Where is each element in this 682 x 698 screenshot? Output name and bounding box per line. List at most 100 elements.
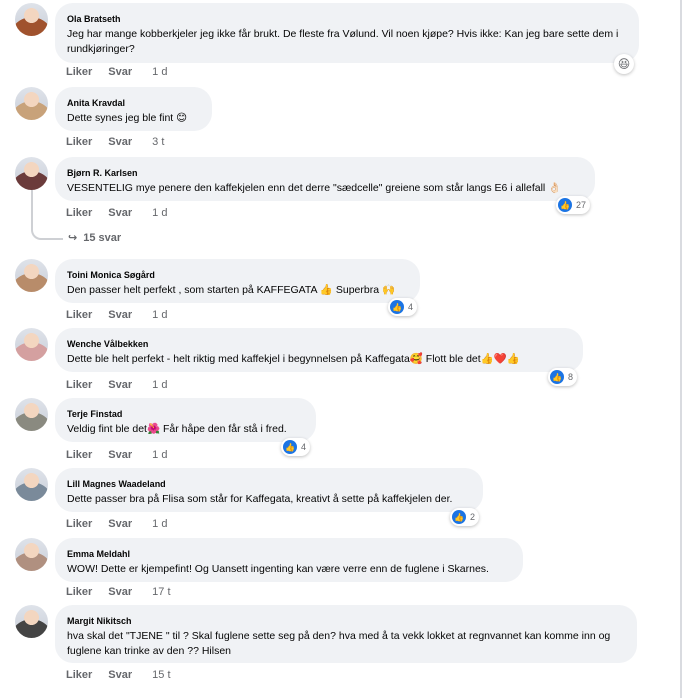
- comment-author[interactable]: Ola Bratseth: [67, 13, 627, 25]
- comment-bubble: Toini Monica Søgård Den passer helt perfe…: [55, 259, 420, 303]
- reply-button[interactable]: Svar: [108, 136, 132, 148]
- haha-reaction-icon: 😆: [617, 57, 631, 71]
- like-button[interactable]: Liker: [66, 309, 92, 321]
- avatar[interactable]: [15, 398, 48, 431]
- comment-text: Den passer helt perfekt , som starten på…: [67, 284, 396, 296]
- comment-item: Anita Kravdal Dette synes jeg ble fint 😊 L…: [0, 87, 680, 152]
- comment-item: Ola Bratseth Jeg har mange kobberkjeler j…: [0, 3, 680, 82]
- comment-item: Lill Magnes Waadeland Dette passer bra på…: [0, 468, 680, 534]
- avatar[interactable]: [15, 259, 48, 292]
- comment-actions: Liker Svar 1 d: [66, 309, 167, 321]
- comment-actions: Liker Svar 1 d: [66, 379, 167, 391]
- comment-actions: Liker Svar 1 d: [66, 518, 167, 530]
- comment-actions: Liker Svar 1 d: [66, 66, 167, 78]
- comment-author[interactable]: Bjørn R. Karlsen: [67, 167, 583, 179]
- avatar[interactable]: [15, 3, 48, 36]
- comment-bubble: Terje Finstad Veldig fint ble det🌺 Får hå…: [55, 398, 316, 442]
- like-reaction-icon: 👍: [558, 198, 572, 212]
- comment-author[interactable]: Emma Meldahl: [67, 548, 511, 560]
- reply-button[interactable]: Svar: [108, 669, 132, 681]
- reaction-count: 8: [568, 372, 574, 382]
- reply-button[interactable]: Svar: [108, 66, 132, 78]
- comment-actions: Liker Svar 15 t: [66, 669, 171, 681]
- comment-bubble: Emma Meldahl WOW! Dette er kjempefint! Og…: [55, 538, 523, 582]
- reaction-summary[interactable]: 👍 4: [388, 298, 418, 316]
- comment-text: Dette synes jeg ble fint 😊: [67, 112, 188, 124]
- view-replies-link[interactable]: ↪ 15 svar: [68, 231, 122, 245]
- comment-actions: Liker Svar 1 d: [66, 449, 167, 461]
- thread-connector: [31, 190, 63, 240]
- comment-author[interactable]: Wenche Vålbekken: [67, 338, 571, 350]
- avatar[interactable]: [15, 605, 48, 638]
- reaction-summary[interactable]: 😆: [614, 54, 634, 74]
- comment-timestamp[interactable]: 1 d: [152, 66, 167, 78]
- comment-item: Wenche Vålbekken Dette ble helt perfekt -…: [0, 328, 680, 395]
- comment-item: Bjørn R. Karlsen VESENTELIG mye penere de…: [0, 157, 680, 223]
- like-button[interactable]: Liker: [66, 379, 92, 391]
- comment-author[interactable]: Terje Finstad: [67, 408, 304, 420]
- comment-timestamp[interactable]: 1 d: [152, 207, 167, 219]
- comment-author[interactable]: Anita Kravdal: [67, 97, 200, 109]
- comment-actions: Liker Svar 17 t: [66, 586, 171, 598]
- comment-timestamp[interactable]: 1 d: [152, 309, 167, 321]
- comment-timestamp[interactable]: 1 d: [152, 518, 167, 530]
- reaction-summary[interactable]: 👍 8: [548, 368, 578, 386]
- comment-author[interactable]: Toini Monica Søgård: [67, 269, 408, 281]
- like-button[interactable]: Liker: [66, 449, 92, 461]
- like-reaction-icon: 👍: [452, 510, 466, 524]
- reply-button[interactable]: Svar: [108, 449, 132, 461]
- comment-text: VESENTELIG mye penere den kaffekjelen en…: [67, 182, 562, 194]
- like-reaction-icon: 👍: [390, 300, 404, 314]
- comment-text: Veldig fint ble det🌺 Får håpe den får st…: [67, 423, 287, 435]
- reply-button[interactable]: Svar: [108, 586, 132, 598]
- comment-author[interactable]: Margit Nikitsch: [67, 615, 625, 627]
- like-button[interactable]: Liker: [66, 518, 92, 530]
- like-reaction-icon: 👍: [283, 440, 297, 454]
- like-button[interactable]: Liker: [66, 136, 92, 148]
- comment-bubble: Ola Bratseth Jeg har mange kobberkjeler j…: [55, 3, 639, 63]
- like-button[interactable]: Liker: [66, 66, 92, 78]
- comment-item: Margit Nikitsch hva skal det "TJENE " til…: [0, 605, 680, 685]
- comment-actions: Liker Svar 3 t: [66, 136, 164, 148]
- reaction-count: 27: [576, 200, 587, 210]
- comment-timestamp[interactable]: 1 d: [152, 449, 167, 461]
- reply-arrow-icon: ↪: [68, 232, 78, 244]
- comment-item: Toini Monica Søgård Den passer helt perfe…: [0, 259, 680, 325]
- avatar[interactable]: [15, 328, 48, 361]
- comment-bubble: Margit Nikitsch hva skal det "TJENE " til…: [55, 605, 637, 663]
- reaction-summary[interactable]: 👍 2: [450, 508, 480, 526]
- comment-bubble: Bjørn R. Karlsen VESENTELIG mye penere de…: [55, 157, 595, 201]
- reply-button[interactable]: Svar: [108, 379, 132, 391]
- avatar[interactable]: [15, 157, 48, 190]
- like-button[interactable]: Liker: [66, 207, 92, 219]
- like-reaction-icon: 👍: [550, 370, 564, 384]
- reply-button[interactable]: Svar: [108, 207, 132, 219]
- comment-text: hva skal det "TJENE " til ? Skal fuglene…: [67, 630, 614, 657]
- comment-author[interactable]: Lill Magnes Waadeland: [67, 478, 471, 490]
- avatar[interactable]: [15, 87, 48, 120]
- comment-item: Terje Finstad Veldig fint ble det🌺 Får hå…: [0, 398, 680, 465]
- avatar[interactable]: [15, 468, 48, 501]
- reaction-count: 2: [470, 512, 476, 522]
- comment-actions: Liker Svar 1 d: [66, 207, 167, 219]
- reply-button[interactable]: Svar: [108, 309, 132, 321]
- reply-button[interactable]: Svar: [108, 518, 132, 530]
- comment-timestamp[interactable]: 15 t: [152, 669, 170, 681]
- comment-text: Dette ble helt perfekt - helt riktig med…: [67, 353, 520, 365]
- like-button[interactable]: Liker: [66, 586, 92, 598]
- avatar[interactable]: [15, 538, 48, 571]
- comment-timestamp[interactable]: 17 t: [152, 586, 170, 598]
- like-button[interactable]: Liker: [66, 669, 92, 681]
- reaction-count: 4: [408, 302, 414, 312]
- reaction-summary[interactable]: 👍 4: [281, 438, 311, 456]
- comment-timestamp[interactable]: 3 t: [152, 136, 164, 148]
- comment-item: Emma Meldahl WOW! Dette er kjempefint! Og…: [0, 538, 680, 602]
- comment-timestamp[interactable]: 1 d: [152, 379, 167, 391]
- reaction-summary[interactable]: 👍 27: [556, 196, 591, 214]
- comment-bubble: Lill Magnes Waadeland Dette passer bra på…: [55, 468, 483, 512]
- replies-count-label: 15 svar: [83, 231, 122, 244]
- comment-text: Dette passer bra på Flisa som står for K…: [67, 493, 453, 505]
- comment-text: Jeg har mange kobberkjeler jeg ikke får …: [67, 28, 622, 55]
- reaction-count: 4: [301, 442, 307, 452]
- comment-bubble: Wenche Vålbekken Dette ble helt perfekt -…: [55, 328, 583, 372]
